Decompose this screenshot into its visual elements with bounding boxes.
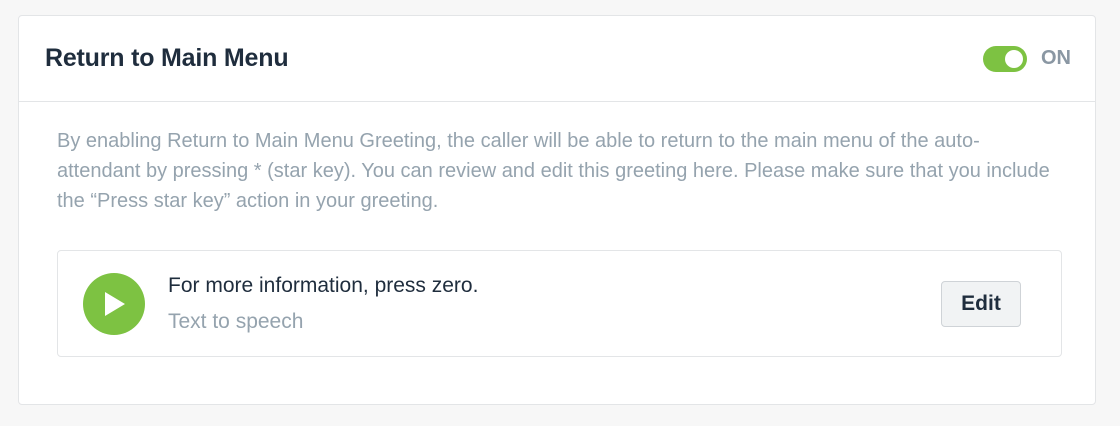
greeting-text: For more information, press zero. Text t… bbox=[168, 274, 941, 334]
toggle-state-label: ON bbox=[1041, 47, 1071, 69]
greeting-type: Text to speech bbox=[168, 309, 304, 333]
card-body: By enabling Return to Main Menu Greeting… bbox=[19, 102, 1095, 357]
return-to-main-menu-card: Return to Main Menu ON By enabling Retur… bbox=[18, 15, 1096, 405]
greeting-title: For more information, press zero. bbox=[168, 273, 479, 297]
toggle-group: ON bbox=[983, 45, 1071, 72]
play-button[interactable] bbox=[83, 272, 145, 335]
enable-toggle[interactable] bbox=[983, 45, 1027, 72]
toggle-knob bbox=[1005, 49, 1023, 68]
play-icon bbox=[105, 291, 125, 316]
card-header: Return to Main Menu ON bbox=[19, 16, 1095, 102]
edit-button[interactable]: Edit bbox=[941, 280, 1021, 327]
card-title: Return to Main Menu bbox=[45, 44, 289, 72]
greeting-item: For more information, press zero. Text t… bbox=[57, 250, 1062, 357]
description-text: By enabling Return to Main Menu Greeting… bbox=[57, 130, 1050, 212]
